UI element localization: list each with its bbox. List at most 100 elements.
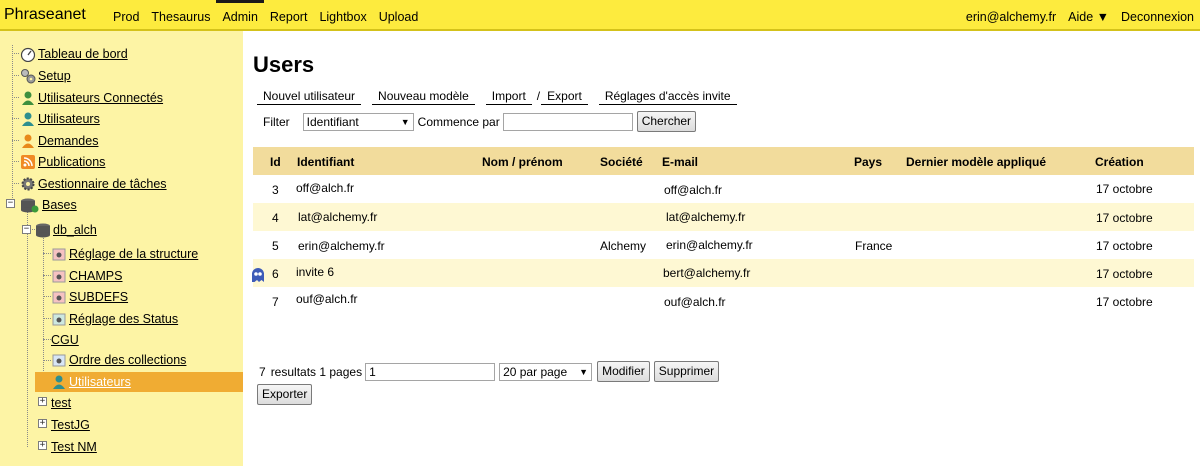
sidebar-item-setup[interactable]: Setup bbox=[20, 65, 71, 86]
sidebar-item-collection-testjg[interactable]: TestJG bbox=[51, 414, 90, 435]
brand-logo[interactable]: Phraseanet bbox=[4, 6, 86, 24]
subdefs-icon bbox=[51, 289, 67, 305]
table-row[interactable]: 6 invite 6 bert@alchemy.fr 17 octobre bbox=[250, 259, 1194, 287]
cell-id: 4 bbox=[272, 211, 279, 225]
status-icon bbox=[51, 311, 67, 327]
column-login[interactable]: Identifiant bbox=[297, 155, 354, 169]
cell-email: off@alch.fr bbox=[664, 183, 722, 197]
column-created[interactable]: Création bbox=[1095, 155, 1144, 169]
export-button[interactable]: Exporter bbox=[257, 384, 313, 405]
logout-link[interactable]: Deconnexion bbox=[1115, 0, 1200, 31]
fields-icon bbox=[51, 268, 67, 284]
sidebar-item-publications[interactable]: Publications bbox=[20, 151, 105, 172]
sidebar-item-bases[interactable]: Bases bbox=[20, 194, 77, 215]
nav-report[interactable]: Report bbox=[264, 0, 314, 31]
column-email[interactable]: E-mail bbox=[662, 155, 698, 169]
table-row[interactable]: 4 lat@alchemy.fr lat@alchemy.fr 17 octob… bbox=[253, 203, 1194, 231]
collapse-db-toggle[interactable]: − bbox=[22, 225, 31, 234]
databases-icon bbox=[20, 197, 40, 213]
sidebar-item-champs[interactable]: CHAMPS bbox=[51, 265, 122, 286]
cell-created: 17 octobre bbox=[1096, 295, 1153, 309]
table-row[interactable]: 3 off@alch.fr off@alch.fr 17 octobre bbox=[253, 175, 1194, 203]
nav-upload[interactable]: Upload bbox=[373, 0, 425, 31]
help-menu[interactable]: Aide ▼ bbox=[1062, 0, 1115, 31]
sidebar-item-label: Utilisateurs bbox=[69, 374, 131, 389]
cell-id: 7 bbox=[272, 295, 279, 309]
sidebar-item-label: Réglage des Status bbox=[69, 311, 179, 326]
column-country[interactable]: Pays bbox=[854, 155, 882, 169]
nav-admin[interactable]: Admin bbox=[216, 0, 264, 31]
new-template-link[interactable]: Nouveau modèle bbox=[372, 89, 475, 105]
result-count: 7 bbox=[259, 364, 266, 379]
table-header: Id Identifiant Nom / prénom Société E-ma… bbox=[253, 147, 1194, 175]
column-last-template[interactable]: Dernier modèle appliqué bbox=[906, 155, 1046, 169]
column-company[interactable]: Société bbox=[600, 155, 643, 169]
sidebar-item-users[interactable]: Utilisateurs bbox=[20, 108, 100, 129]
sidebar-item-collection-testnm[interactable]: Test NM bbox=[51, 436, 97, 457]
nav-thesaurus[interactable]: Thesaurus bbox=[145, 0, 216, 31]
cell-created: 17 octobre bbox=[1096, 211, 1153, 225]
table-row[interactable]: 7 ouf@alch.fr ouf@alch.fr 17 octobre bbox=[253, 287, 1194, 315]
export-link[interactable]: Export bbox=[541, 89, 588, 105]
sidebar-item-cgu[interactable]: CGU bbox=[51, 329, 79, 350]
cell-login: invite 6 bbox=[296, 265, 335, 279]
per-page-select[interactable]: 20 par page ▼ bbox=[499, 362, 593, 381]
sidebar-item-requests[interactable]: Demandes bbox=[20, 130, 98, 151]
sidebar-item-label: db_alch bbox=[53, 222, 97, 237]
sidebar-item-db-users[interactable]: Utilisateurs bbox=[51, 371, 131, 392]
cell-company: Alchemy bbox=[600, 239, 647, 253]
sidebar-item-label: Ordre des collections bbox=[69, 352, 187, 367]
pagination-bar: 7 resultats 1 pages 1 20 par page ▼ Modi… bbox=[259, 361, 720, 382]
expand-test-toggle[interactable]: + bbox=[38, 397, 47, 406]
collapse-bases-toggle[interactable]: − bbox=[6, 199, 15, 208]
filter-field-select[interactable]: Identifiant ▼ bbox=[302, 112, 414, 131]
import-link[interactable]: Import bbox=[485, 89, 532, 105]
import-export-separator: / bbox=[536, 89, 541, 103]
sidebar-item-dashboard[interactable]: Tableau de bord bbox=[20, 43, 128, 64]
modify-button[interactable]: Modifier bbox=[597, 361, 650, 382]
sidebar-item-label: CHAMPS bbox=[69, 268, 123, 283]
cell-id: 6 bbox=[272, 267, 279, 281]
column-id[interactable]: Id bbox=[270, 155, 281, 169]
result-summary: resultats 1 pages bbox=[270, 364, 363, 379]
gear-icon bbox=[20, 176, 36, 192]
sidebar-item-label: Gestionnaire de tâches bbox=[38, 176, 167, 191]
sidebar-item-subdefs[interactable]: SUBDEFS bbox=[51, 286, 128, 307]
search-button[interactable]: Chercher bbox=[636, 111, 697, 132]
cell-id: 3 bbox=[272, 183, 279, 197]
sidebar-item-structure[interactable]: Réglage de la structure bbox=[51, 243, 198, 264]
column-name[interactable]: Nom / prénom bbox=[482, 155, 563, 169]
expand-testjg-toggle[interactable]: + bbox=[38, 419, 47, 428]
nav-prod[interactable]: Prod bbox=[107, 0, 145, 31]
sidebar-item-collection-test[interactable]: test bbox=[51, 392, 71, 413]
sidebar-item-label: TestJG bbox=[51, 417, 90, 432]
sidebar-item-collection-order[interactable]: Ordre des collections bbox=[51, 349, 186, 370]
sidebar-item-label: Utilisateurs Connectés bbox=[38, 90, 164, 105]
chevron-down-icon: ▼ bbox=[579, 366, 589, 377]
filter-bar: Filter Identifiant ▼ Commence par Cherch… bbox=[263, 111, 697, 132]
sidebar-item-task-manager[interactable]: Gestionnaire de tâches bbox=[20, 173, 167, 194]
sidebar-item-label: Test NM bbox=[51, 439, 97, 454]
users-icon bbox=[51, 374, 67, 390]
sidebar-item-label: Bases bbox=[42, 197, 77, 212]
new-user-link[interactable]: Nouvel utilisateur bbox=[257, 89, 362, 105]
sidebar-item-label: SUBDEFS bbox=[69, 289, 129, 304]
expand-testnm-toggle[interactable]: + bbox=[38, 441, 47, 450]
sidebar-item-status[interactable]: Réglage des Status bbox=[51, 308, 178, 329]
sidebar-item-db[interactable]: db_alch bbox=[35, 219, 97, 240]
guest-access-settings-link[interactable]: Réglages d'accès invite bbox=[598, 89, 737, 105]
sidebar-item-label: Tableau de bord bbox=[38, 46, 128, 61]
filter-mode-label: Commence par bbox=[417, 114, 500, 129]
filter-search-input[interactable] bbox=[502, 112, 633, 131]
chevron-down-icon: ▼ bbox=[400, 116, 410, 127]
page-number-input[interactable]: 1 bbox=[365, 362, 496, 381]
table-row[interactable]: 5 erin@alchemy.fr Alchemy erin@alchemy.f… bbox=[253, 231, 1194, 259]
sidebar-item-connected-users[interactable]: Utilisateurs Connectés bbox=[20, 87, 163, 108]
nav-lightbox[interactable]: Lightbox bbox=[313, 0, 372, 31]
user-account-link[interactable]: erin@alchemy.fr bbox=[960, 0, 1062, 31]
guest-ghost-icon bbox=[250, 267, 266, 283]
dashboard-icon bbox=[20, 46, 36, 62]
delete-button[interactable]: Supprimer bbox=[653, 361, 720, 382]
user-actions-bar: Nouvel utilisateur Nouveau modèle Import… bbox=[257, 89, 748, 105]
sidebar-item-label: Demandes bbox=[38, 133, 99, 148]
